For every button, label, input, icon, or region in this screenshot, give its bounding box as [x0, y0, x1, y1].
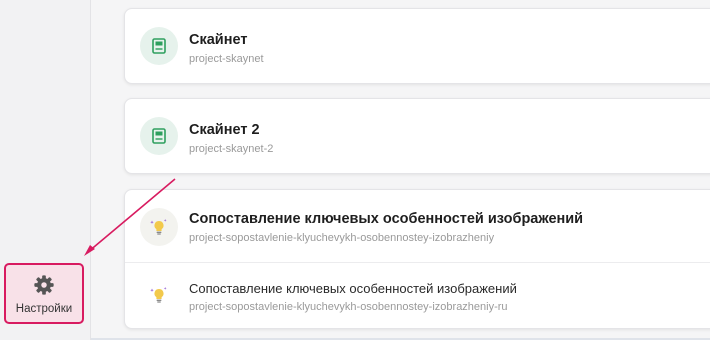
- project-row[interactable]: Сопоставление ключевых особенностей изоб…: [125, 190, 710, 262]
- project-title: Скайнет 2: [189, 122, 260, 138]
- project-slug: project-sopostavlenie-klyuchevykh-osoben…: [189, 232, 495, 244]
- project-avatar: [140, 27, 178, 65]
- project-card[interactable]: Сопоставление ключевых особенностей изоб…: [124, 189, 710, 329]
- project-avatar: [140, 208, 178, 246]
- settings-button[interactable]: Настройки: [4, 263, 84, 324]
- book-icon: [152, 38, 166, 54]
- gear-icon: [34, 275, 54, 295]
- project-row[interactable]: Скайнет project-skaynet: [125, 9, 710, 83]
- project-row[interactable]: Скайнет 2 project-skaynet-2: [125, 99, 710, 173]
- lightbulb-icon: [150, 287, 167, 303]
- project-slug: project-skaynet: [189, 53, 264, 65]
- lightbulb-icon: [150, 219, 167, 235]
- book-icon: [152, 128, 166, 144]
- project-avatar: [140, 276, 178, 314]
- project-avatar: [140, 117, 178, 155]
- projects-list: Скайнет project-skaynet Скайнет 2 projec…: [91, 0, 710, 340]
- project-slug: project-skaynet-2: [189, 143, 274, 155]
- project-title: Скайнет: [189, 32, 248, 48]
- project-title: Сопоставление ключевых особенностей изоб…: [189, 211, 584, 227]
- settings-label: Настройки: [15, 303, 73, 315]
- project-subtitle: Сопоставление ключевых особенностей изоб…: [189, 281, 517, 296]
- project-card[interactable]: Скайнет project-skaynet: [124, 8, 710, 84]
- project-slug: project-sopostavlenie-klyuchevykh-osoben…: [189, 301, 508, 313]
- sidebar: Настройки: [0, 0, 91, 340]
- project-card[interactable]: Скайнет 2 project-skaynet-2: [124, 98, 710, 174]
- project-subitem-row[interactable]: Сопоставление ключевых особенностей изоб…: [125, 263, 710, 328]
